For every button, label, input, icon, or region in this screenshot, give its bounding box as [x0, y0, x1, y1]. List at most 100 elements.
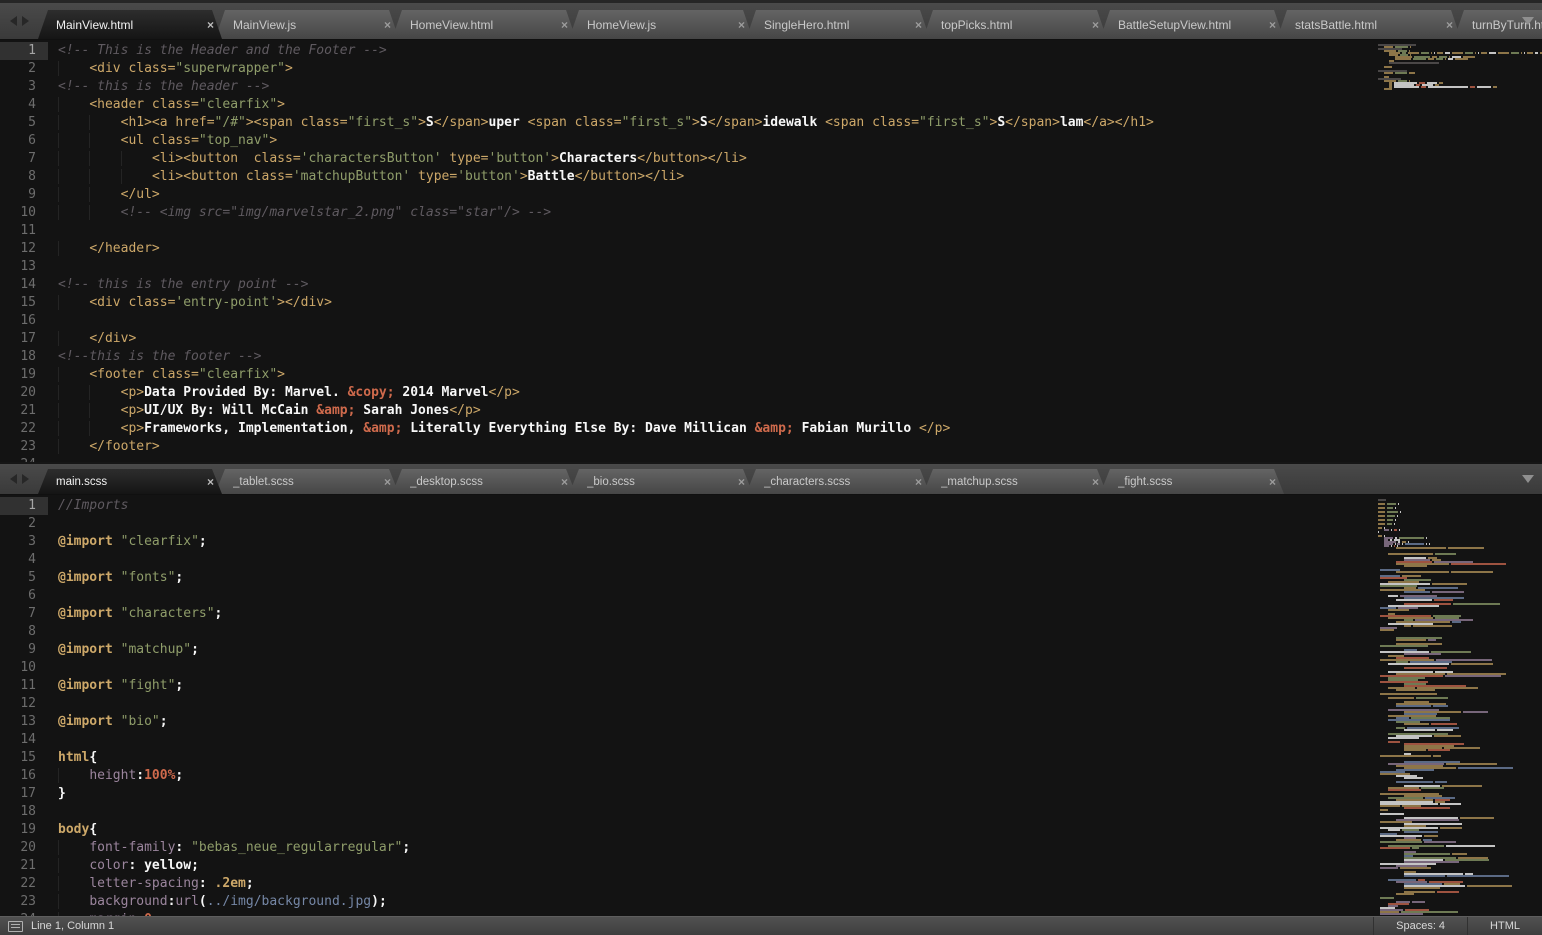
close-tab-icon[interactable]: × — [1269, 18, 1276, 32]
code-line[interactable]: @import "fight"; — [58, 677, 1376, 695]
code-line[interactable]: <footer class="clearfix"> — [58, 366, 1376, 384]
indent-setting[interactable]: Spaces: 4 — [1373, 917, 1467, 935]
code-line[interactable]: <div class="superwrapper"> — [58, 60, 1376, 78]
code-line[interactable]: @import "fonts"; — [58, 569, 1376, 587]
minimap[interactable] — [1376, 495, 1542, 916]
code-line[interactable] — [58, 731, 1376, 749]
close-tab-icon[interactable]: × — [1092, 18, 1099, 32]
tab-scroll-left-icon[interactable] — [10, 474, 17, 484]
tab-overflow-menu-icon[interactable] — [1522, 17, 1534, 25]
code-line[interactable]: @import "characters"; — [58, 605, 1376, 623]
tab-_bio.scss[interactable]: _bio.scss× — [569, 469, 753, 494]
code-line[interactable]: <!-- this is the entry point --> — [58, 276, 1376, 294]
code-area[interactable]: <!-- This is the Header and the Footer -… — [48, 40, 1376, 462]
code-line[interactable]: <p>Data Provided By: Marvel. &copy; 2014… — [58, 384, 1376, 402]
line-number: 10 — [0, 204, 48, 222]
close-tab-icon[interactable]: × — [561, 18, 568, 32]
code-line[interactable] — [58, 803, 1376, 821]
code-line[interactable]: </ul> — [58, 186, 1376, 204]
code-area[interactable]: //Imports @import "clearfix"; @import "fon… — [48, 495, 1376, 916]
close-tab-icon[interactable]: × — [207, 475, 214, 489]
code-line[interactable] — [58, 659, 1376, 677]
code-line[interactable]: <p>UI/UX By: Will McCain &amp; Sarah Jon… — [58, 402, 1376, 420]
tab-label: _tablet.scss — [233, 476, 378, 488]
code-line[interactable]: <li><button class='charactersButton' typ… — [58, 150, 1376, 168]
code-line[interactable]: <ul class="top_nav"> — [58, 132, 1376, 150]
code-line[interactable] — [58, 695, 1376, 713]
tab-SingleHero.html[interactable]: SingleHero.html× — [746, 10, 930, 39]
code-line[interactable] — [58, 222, 1376, 240]
code-line[interactable]: letter-spacing: .2em; — [58, 875, 1376, 893]
close-tab-icon[interactable]: × — [915, 475, 922, 489]
tab-_desktop.scss[interactable]: _desktop.scss× — [392, 469, 576, 494]
close-tab-icon[interactable]: × — [1269, 475, 1276, 489]
tab-_tablet.scss[interactable]: _tablet.scss × — [215, 469, 399, 494]
code-line[interactable]: body{ — [58, 821, 1376, 839]
code-line[interactable] — [58, 623, 1376, 641]
tab-_fight.scss[interactable]: _fight.scss× — [1100, 469, 1284, 494]
top-tabs: MainView.html×MainView.js×HomeView.html×… — [38, 10, 1542, 39]
tab-HomeView.html[interactable]: HomeView.html× — [392, 10, 576, 39]
code-line[interactable] — [58, 312, 1376, 330]
tab-scroll-right-icon[interactable] — [22, 474, 29, 484]
code-line[interactable]: color: yellow; — [58, 857, 1376, 875]
code-line[interactable]: @import "matchup"; — [58, 641, 1376, 659]
code-line[interactable]: </header> — [58, 240, 1376, 258]
code-line[interactable] — [58, 551, 1376, 569]
tab-nav-arrows — [0, 3, 38, 39]
tab-MainView.html[interactable]: MainView.html× — [38, 10, 222, 39]
close-tab-icon[interactable]: × — [1446, 18, 1453, 32]
close-tab-icon[interactable]: × — [1092, 475, 1099, 489]
close-tab-icon[interactable]: × — [207, 18, 214, 32]
code-line[interactable]: </div> — [58, 330, 1376, 348]
tab-_characters.scss[interactable]: _characters.scss× — [746, 469, 930, 494]
tab-scroll-right-icon[interactable] — [22, 16, 29, 26]
code-line[interactable]: <div class='entry-point'></div> — [58, 294, 1376, 312]
code-line[interactable]: background:url(../img/background.jpg); — [58, 893, 1376, 911]
html-editor[interactable]: 123456789101112131415161718192021222324 … — [0, 40, 1542, 462]
close-tab-icon[interactable]: × — [738, 18, 745, 32]
tab-MainView.js[interactable]: MainView.js × — [215, 10, 399, 39]
panel-toggle-icon[interactable] — [8, 921, 23, 932]
tab-BattleSetupView.html[interactable]: BattleSetupView.html× — [1100, 10, 1284, 39]
code-line[interactable]: <!-- this is the header --> — [58, 78, 1376, 96]
tab-_matchup.scss[interactable]: _matchup.scss× — [923, 469, 1107, 494]
line-number: 9 — [0, 641, 48, 659]
tab-overflow-menu-icon[interactable] — [1522, 475, 1534, 483]
tab-label: MainView.js — [233, 18, 378, 32]
code-line[interactable]: <header class="clearfix"> — [58, 96, 1376, 114]
cursor-position[interactable]: Line 1, Column 1 — [31, 920, 114, 932]
code-line[interactable] — [58, 587, 1376, 605]
code-line[interactable]: <!-- This is the Header and the Footer -… — [58, 42, 1376, 60]
tab-scroll-left-icon[interactable] — [10, 16, 17, 26]
syntax-mode[interactable]: HTML — [1467, 917, 1542, 935]
tab-HomeView.js[interactable]: HomeView.js× — [569, 10, 753, 39]
code-line[interactable] — [58, 258, 1376, 276]
close-tab-icon[interactable]: × — [915, 18, 922, 32]
tab-topPicks.html[interactable]: topPicks.html× — [923, 10, 1107, 39]
code-line[interactable]: </footer> — [58, 438, 1376, 456]
code-line[interactable] — [58, 515, 1376, 533]
minimap[interactable] — [1376, 40, 1542, 462]
code-line[interactable]: margin:0; — [58, 911, 1376, 916]
close-tab-icon[interactable]: × — [384, 475, 391, 489]
code-line[interactable]: @import "clearfix"; — [58, 533, 1376, 551]
code-line[interactable]: <li><button class='matchupButton' type='… — [58, 168, 1376, 186]
code-line[interactable]: font-family: "bebas_neue_regularregular"… — [58, 839, 1376, 857]
close-tab-icon[interactable]: × — [561, 475, 568, 489]
code-line[interactable]: <p>Frameworks, Implementation, &amp; Lit… — [58, 420, 1376, 438]
tab-main.scss[interactable]: main.scss× — [38, 469, 222, 494]
code-line[interactable]: <!-- <img src="img/marvelstar_2.png" cla… — [58, 204, 1376, 222]
line-number: 5 — [0, 569, 48, 587]
scss-editor[interactable]: 123456789101112131415161718192021222324 … — [0, 495, 1542, 916]
code-line[interactable]: //Imports — [58, 497, 1376, 515]
code-line[interactable]: <h1><a href="/#"><span class="first_s">S… — [58, 114, 1376, 132]
close-tab-icon[interactable]: × — [384, 18, 391, 32]
close-tab-icon[interactable]: × — [738, 475, 745, 489]
code-line[interactable]: <!--this is the footer --> — [58, 348, 1376, 366]
code-line[interactable]: height:100%; — [58, 767, 1376, 785]
code-line[interactable]: @import "bio"; — [58, 713, 1376, 731]
code-line[interactable]: } — [58, 785, 1376, 803]
tab-statsBattle.html[interactable]: statsBattle.html× — [1277, 10, 1461, 39]
code-line[interactable]: html{ — [58, 749, 1376, 767]
